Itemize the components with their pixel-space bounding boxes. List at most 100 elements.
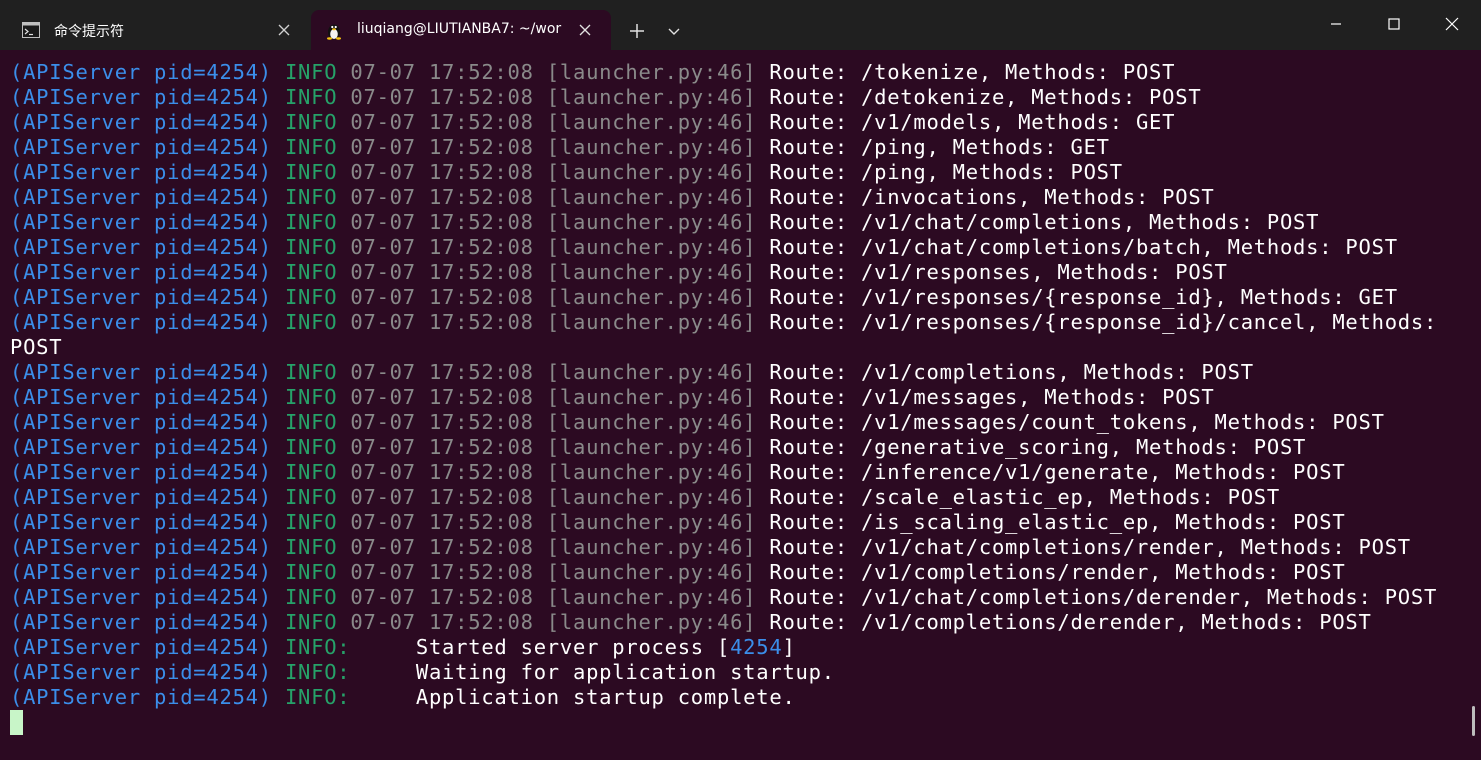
log-process-tag: (APIServer pid=4254) [10, 160, 272, 184]
log-timestamp: 07-07 17:52:08 [350, 510, 534, 534]
log-process-tag: (APIServer pid=4254) [10, 585, 272, 609]
log-process-tag: (APIServer pid=4254) [10, 360, 272, 384]
log-process-tag: (APIServer pid=4254) [10, 60, 272, 84]
log-line: (APIServer pid=4254) INFO: Waiting for a… [10, 660, 1460, 685]
log-source: [launcher.py:46] [546, 260, 757, 284]
log-line: (APIServer pid=4254) INFO 07-07 17:52:08… [10, 285, 1460, 310]
log-line: (APIServer pid=4254) INFO 07-07 17:52:08… [10, 410, 1460, 435]
log-line: (APIServer pid=4254) INFO 07-07 17:52:08… [10, 510, 1460, 535]
log-message: Route: /generative_scoring, Methods: POS… [769, 435, 1307, 459]
log-timestamp: 07-07 17:52:08 [350, 110, 534, 134]
log-level: INFO [284, 310, 338, 334]
log-message: Route: /v1/chat/completions, Methods: PO… [769, 210, 1320, 234]
terminal-output[interactable]: (APIServer pid=4254) INFO 07-07 17:52:08… [10, 60, 1460, 750]
close-window-button[interactable] [1423, 0, 1481, 48]
log-process-tag: (APIServer pid=4254) [10, 460, 272, 484]
log-timestamp: 07-07 17:52:08 [350, 60, 534, 84]
log-process-tag: (APIServer pid=4254) [10, 410, 272, 434]
log-process-tag: (APIServer pid=4254) [10, 510, 272, 534]
log-message: Route: /invocations, Methods: POST [769, 185, 1215, 209]
log-level: INFO [284, 435, 338, 459]
log-line: (APIServer pid=4254) INFO 07-07 17:52:08… [10, 110, 1460, 135]
log-message: Route: /scale_elastic_ep, Methods: POST [769, 485, 1280, 509]
log-timestamp: 07-07 17:52:08 [350, 410, 534, 434]
log-source: [launcher.py:46] [546, 435, 757, 459]
log-source: [launcher.py:46] [546, 85, 757, 109]
log-timestamp: 07-07 17:52:08 [350, 210, 534, 234]
log-process-tag: (APIServer pid=4254) [10, 310, 272, 334]
log-message-suffix: ] [782, 635, 796, 659]
log-message: Route: /is_scaling_elastic_ep, Methods: … [769, 510, 1346, 534]
log-message: Route: /v1/completions/derender, Methods… [769, 610, 1372, 634]
log-source: [launcher.py:46] [546, 560, 757, 584]
log-process-tag: (APIServer pid=4254) [10, 210, 272, 234]
new-tab-button[interactable] [622, 14, 652, 46]
log-source: [launcher.py:46] [546, 410, 757, 434]
log-source: [launcher.py:46] [546, 135, 757, 159]
log-process-tag: (APIServer pid=4254) [10, 635, 272, 659]
log-timestamp: 07-07 17:52:08 [350, 610, 534, 634]
log-line: (APIServer pid=4254) INFO 07-07 17:52:08… [10, 485, 1460, 510]
tab-ubuntu-shell[interactable]: liuqiang@LIUTIANBA7: ~/wor [311, 10, 611, 50]
log-level: INFO: [284, 660, 351, 684]
log-message: Route: /ping, Methods: GET [769, 135, 1110, 159]
log-timestamp: 07-07 17:52:08 [350, 260, 534, 284]
close-tab-icon[interactable] [575, 20, 595, 40]
log-process-tag: (APIServer pid=4254) [10, 235, 272, 259]
log-line: (APIServer pid=4254) INFO 07-07 17:52:08… [10, 360, 1460, 385]
log-source: [launcher.py:46] [546, 285, 757, 309]
tab-title: 命令提示符 [54, 24, 124, 40]
log-level: INFO [284, 610, 338, 634]
log-line: (APIServer pid=4254) INFO 07-07 17:52:08… [10, 585, 1460, 610]
log-message: Application startup complete. [415, 685, 796, 709]
log-process-tag: (APIServer pid=4254) [10, 685, 272, 709]
log-process-tag: (APIServer pid=4254) [10, 560, 272, 584]
log-level: INFO [284, 235, 338, 259]
log-process-tag: (APIServer pid=4254) [10, 485, 272, 509]
log-source: [launcher.py:46] [546, 310, 757, 334]
log-source: [launcher.py:46] [546, 360, 757, 384]
maximize-button[interactable] [1365, 0, 1423, 48]
log-source: [launcher.py:46] [546, 385, 757, 409]
log-source: [launcher.py:46] [546, 485, 757, 509]
log-process-tag: (APIServer pid=4254) [10, 535, 272, 559]
log-level: INFO [284, 185, 338, 209]
minimize-button[interactable] [1307, 0, 1365, 48]
log-message: Route: /v1/responses/{response_id}, Meth… [769, 285, 1398, 309]
tab-command-prompt[interactable]: 命令提示符 [8, 10, 304, 50]
log-line: (APIServer pid=4254) INFO 07-07 17:52:08… [10, 135, 1460, 160]
log-line-wrap: POST [10, 335, 1460, 360]
log-process-tag: (APIServer pid=4254) [10, 435, 272, 459]
log-source: [launcher.py:46] [546, 460, 757, 484]
log-timestamp: 07-07 17:52:08 [350, 585, 534, 609]
log-message: Route: /v1/messages/count_tokens, Method… [769, 410, 1385, 434]
log-level: INFO [284, 285, 338, 309]
log-message: Route: /v1/chat/completions/batch, Metho… [769, 235, 1398, 259]
log-timestamp: 07-07 17:52:08 [350, 135, 534, 159]
log-level: INFO [284, 110, 338, 134]
log-source: [launcher.py:46] [546, 110, 757, 134]
log-message: Route: /v1/models, Methods: GET [769, 110, 1176, 134]
text-cursor [10, 710, 23, 735]
log-level: INFO [284, 410, 338, 434]
log-level: INFO [284, 535, 338, 559]
scrollbar-thumb[interactable] [1472, 706, 1475, 736]
chevron-down-icon[interactable] [660, 14, 688, 46]
log-message-wrap: POST [10, 335, 63, 359]
log-line: (APIServer pid=4254) INFO 07-07 17:52:08… [10, 460, 1460, 485]
log-timestamp: 07-07 17:52:08 [350, 535, 534, 559]
log-level: INFO [284, 460, 338, 484]
log-line: (APIServer pid=4254) INFO 07-07 17:52:08… [10, 435, 1460, 460]
log-timestamp: 07-07 17:52:08 [350, 360, 534, 384]
log-source: [launcher.py:46] [546, 610, 757, 634]
log-level: INFO [284, 385, 338, 409]
close-tab-icon[interactable] [274, 20, 294, 40]
log-process-tag: (APIServer pid=4254) [10, 660, 272, 684]
log-message: Started server process [ [415, 635, 731, 659]
log-level: INFO [284, 485, 338, 509]
log-line: (APIServer pid=4254) INFO 07-07 17:52:08… [10, 310, 1460, 335]
log-timestamp: 07-07 17:52:08 [350, 460, 534, 484]
log-process-tag: (APIServer pid=4254) [10, 285, 272, 309]
log-line: (APIServer pid=4254) INFO 07-07 17:52:08… [10, 185, 1460, 210]
log-timestamp: 07-07 17:52:08 [350, 185, 534, 209]
